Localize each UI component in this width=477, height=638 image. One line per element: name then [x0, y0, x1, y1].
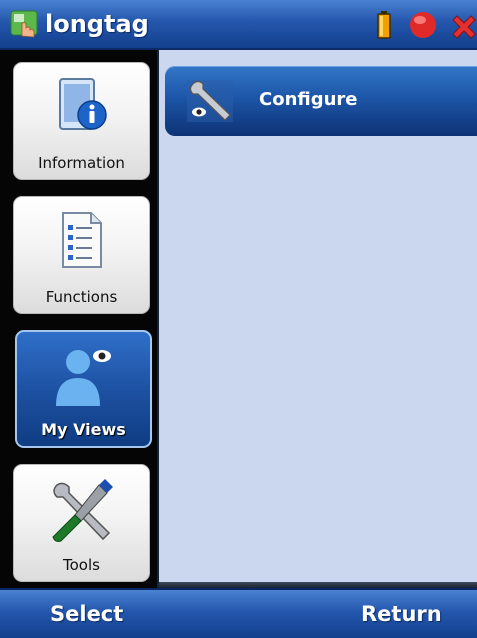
configure-label: Configure	[259, 89, 358, 110]
configure-icon	[187, 80, 233, 122]
user-view-icon	[55, 350, 111, 406]
sidebar-item-label: Functions	[45, 288, 118, 306]
content-panel: Configure	[157, 50, 477, 588]
sidebar-item-label: My Views	[41, 420, 126, 439]
configure-item[interactable]: Configure	[165, 66, 477, 136]
sidebar-item-tools[interactable]: Tools	[13, 464, 150, 582]
close-icon[interactable]	[451, 11, 477, 41]
list-icon	[61, 212, 102, 268]
softkey-bar: Select Return	[0, 588, 477, 638]
sidebar-item-label: Tools	[63, 556, 100, 574]
select-button[interactable]: Select	[50, 601, 123, 627]
main-area: Information Functions My Views Tools Con…	[0, 50, 477, 588]
tools-icon	[51, 479, 113, 542]
sidebar-item-information[interactable]: Information	[13, 62, 150, 180]
sidebar-item-functions[interactable]: Functions	[13, 196, 150, 314]
sidebar-item-my-views[interactable]: My Views	[15, 330, 152, 448]
app-title: longtag	[45, 10, 149, 38]
record-icon[interactable]	[408, 11, 438, 41]
info-icon	[58, 78, 107, 130]
title-bar: longtag	[0, 0, 477, 50]
return-button[interactable]: Return	[361, 601, 442, 627]
battery-icon	[377, 11, 391, 39]
app-icon	[10, 10, 38, 38]
sidebar-item-label: Information	[38, 154, 125, 172]
sidebar: Information Functions My Views Tools	[0, 50, 157, 588]
